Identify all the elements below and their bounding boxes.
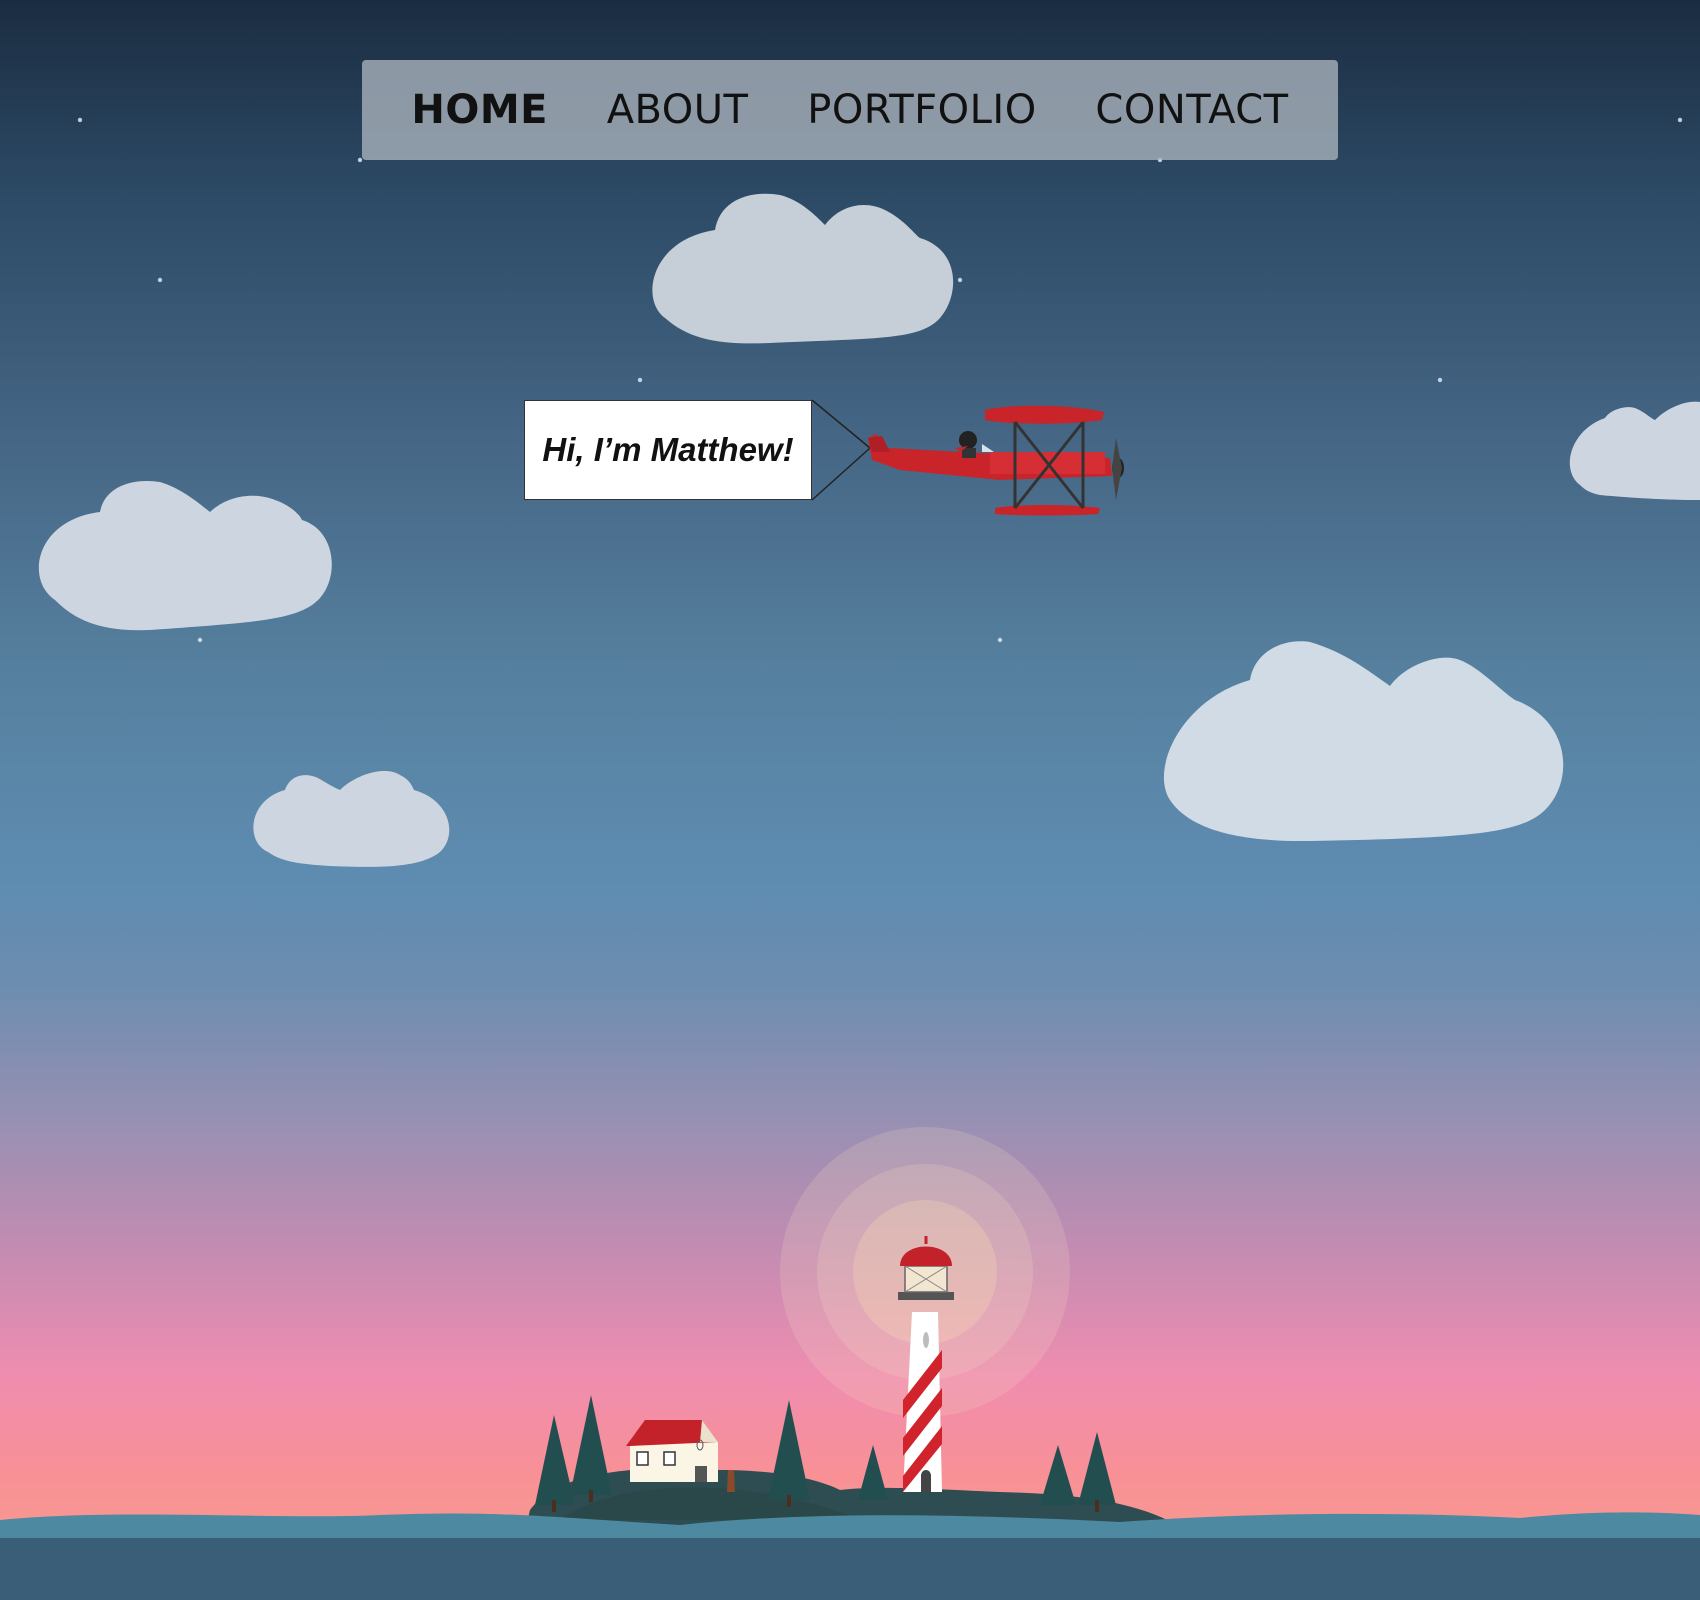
tow-rope [811, 399, 871, 501]
biplane [868, 405, 1124, 516]
pilot [959, 431, 977, 449]
cloud [253, 770, 450, 867]
cloud [652, 193, 954, 344]
cloud [1163, 641, 1564, 842]
cloud [1569, 401, 1700, 500]
cloud [38, 480, 332, 631]
greeting-banner: Hi, I’m Matthew! [524, 400, 812, 500]
scene-illustration [0, 193, 1700, 1600]
dog [727, 1470, 735, 1492]
water [0, 1538, 1700, 1600]
